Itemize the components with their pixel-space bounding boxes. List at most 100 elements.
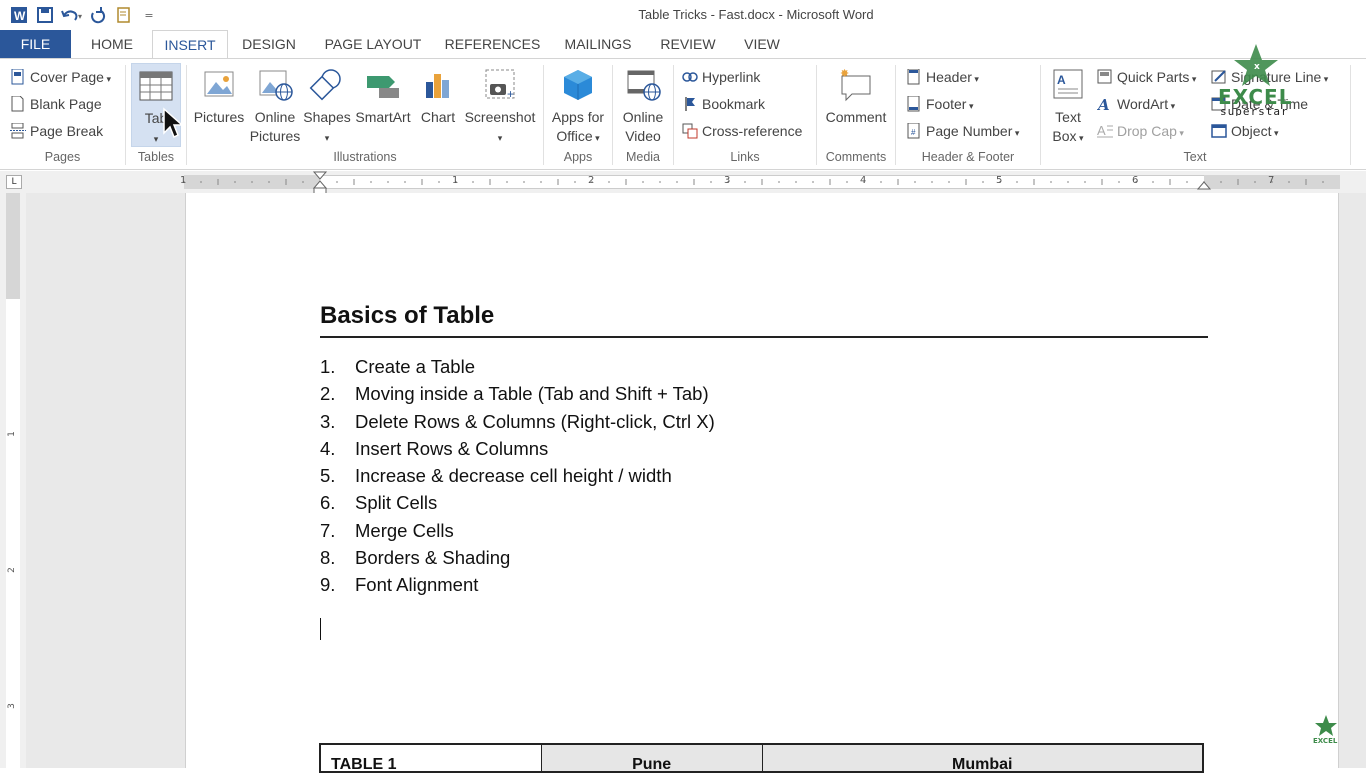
tab-design[interactable]: DESIGN [236,30,302,59]
chart-button[interactable]: Chart [416,68,460,127]
blank-page-button[interactable]: Blank Page [10,95,102,113]
group-label-media: Media [625,150,661,164]
ruler-ticks [183,179,1324,185]
hyperlink-icon [682,72,698,82]
list-item: 6. Split Cells [320,492,438,514]
ruler-label: 4 [860,175,867,186]
svg-text:A: A [1057,73,1066,87]
tab-review[interactable]: REVIEW [655,30,721,59]
tab-references[interactable]: REFERENCES [444,30,541,59]
object-icon [1211,124,1227,138]
comment-icon: ✸ [840,68,871,102]
ruler-label: 1 [452,175,459,186]
ruler-label: 2 [588,175,595,186]
svg-text:x: x [1254,62,1260,72]
smartart-button[interactable]: SmartArt [352,68,414,127]
list-item: 5. Increase & decrease cell height / widt… [320,465,672,487]
page-number-button[interactable]: # Page Number ▾ [906,122,1019,142]
svg-text:A: A [1097,123,1106,138]
ribbon-tabs: FILE HOME INSERT DESIGN PAGE LAYOUT REFE… [0,30,1366,60]
online-pictures-icon [259,70,293,101]
list-item: 7. Merge Cells [320,519,454,541]
cover-page-button[interactable]: Cover Page ▾ [10,68,111,88]
cross-reference-button[interactable]: Cross-reference [682,122,802,140]
list-item: 9. Font Alignment [320,574,479,596]
table-cell[interactable]: Pune [541,745,763,771]
right-indent-marker-icon[interactable] [1197,179,1211,191]
ruler-label: 5 [996,175,1003,186]
bookmark-button[interactable]: Bookmark [682,95,765,113]
mouse-cursor-icon [163,107,184,139]
ruler-label: 1 [180,175,187,186]
list-item: 4. Insert Rows & Columns [320,437,549,459]
ruler-label: 7 [1268,175,1275,186]
group-divider [1350,65,1351,165]
online-video-button[interactable]: Online Video [616,68,670,146]
group-label-tables: Tables [137,150,175,164]
page-number-icon: # [907,123,920,139]
footer-button[interactable]: Footer ▾ [906,95,974,115]
header-button[interactable]: Header ▾ [906,68,979,88]
ribbon: Cover Page ▾ Blank Page Page Break Pages… [0,58,1366,170]
svg-text:#: # [911,128,916,137]
wordart-button[interactable]: A WordArt ▾ [1097,95,1175,115]
drop-cap-icon: A [1097,123,1113,138]
blank-page-icon [11,96,24,112]
tab-page-layout[interactable]: PAGE LAYOUT [318,30,428,59]
header-icon [907,69,920,85]
group-label-apps: Apps [563,150,593,164]
wordart-icon: A [1097,96,1110,112]
pictures-button[interactable]: Pictures [190,68,248,127]
vruler-label: 2 [6,567,17,573]
ruler-label: 6 [1132,175,1139,186]
vertical-ruler[interactable]: 1 2 3 [0,193,26,768]
document-table[interactable]: TABLE 1 Pune Mumbai [319,743,1204,773]
list-item: 3. Delete Rows & Columns (Right-click, Ct… [320,410,715,432]
group-label-text: Text [1183,150,1207,164]
tab-home[interactable]: HOME [80,30,144,59]
pictures-icon [204,71,234,97]
shapes-icon [309,69,341,101]
group-label-pages: Pages [44,150,81,164]
horizontal-ruler[interactable]: L 1 1 2 3 4 5 6 7 [0,171,1366,195]
comment-button[interactable]: ✸ Comment [820,68,892,127]
apps-for-office-icon [564,70,592,100]
svg-text:✸: ✸ [840,68,849,80]
svg-text:+: + [507,87,514,101]
table-cell[interactable]: TABLE 1 [321,745,542,771]
tab-insert[interactable]: INSERT [152,30,228,60]
window-title: Table Tricks - Fast.docx - Microsoft Wor… [638,7,874,22]
hyperlink-button[interactable]: Hyperlink [682,68,760,86]
vruler-track [6,299,20,768]
cross-reference-icon [682,123,698,139]
excel-superstar-logo: x EXCEL superstar [1218,44,1291,116]
page-break-button[interactable]: Page Break [10,122,103,140]
online-pictures-button[interactable]: Online Pictures [249,68,301,146]
text-box-button[interactable]: A Text Box ▾ [1044,68,1092,148]
tab-file[interactable]: FILE [0,30,71,59]
vruler-margin [6,193,20,299]
quick-parts-button[interactable]: Quick Parts ▾ [1097,68,1196,88]
cover-page-icon [11,69,24,85]
smartart-icon [367,76,399,98]
heading-underline [320,336,1208,338]
group-label-links: Links [730,150,760,164]
page-break-icon [10,123,26,139]
title-bar: W ▾ = Table Tricks - Fast.docx - Microso… [0,0,1366,30]
online-video-icon [627,70,661,101]
group-label-comments: Comments [825,150,887,164]
document-heading: Basics of Table [320,302,495,329]
screenshot-button[interactable]: + Screenshot ▾ [462,68,538,148]
svg-text:EXCEL: EXCEL [1313,737,1338,745]
ruler-label: 3 [724,175,731,186]
table-cell[interactable]: Mumbai [762,745,1203,771]
screenshot-icon: + [485,69,515,101]
shapes-button[interactable]: Shapes ▾ [302,68,352,148]
apps-for-office-button[interactable]: Apps for Office ▾ [546,68,610,148]
tab-view[interactable]: VIEW [737,30,787,59]
object-button[interactable]: Object ▾ [1211,122,1279,142]
list-item: 8. Borders & Shading [320,547,511,569]
svg-text:A: A [1097,96,1110,112]
tab-mailings[interactable]: MAILINGS [557,30,639,59]
vruler-label: 3 [6,703,17,709]
